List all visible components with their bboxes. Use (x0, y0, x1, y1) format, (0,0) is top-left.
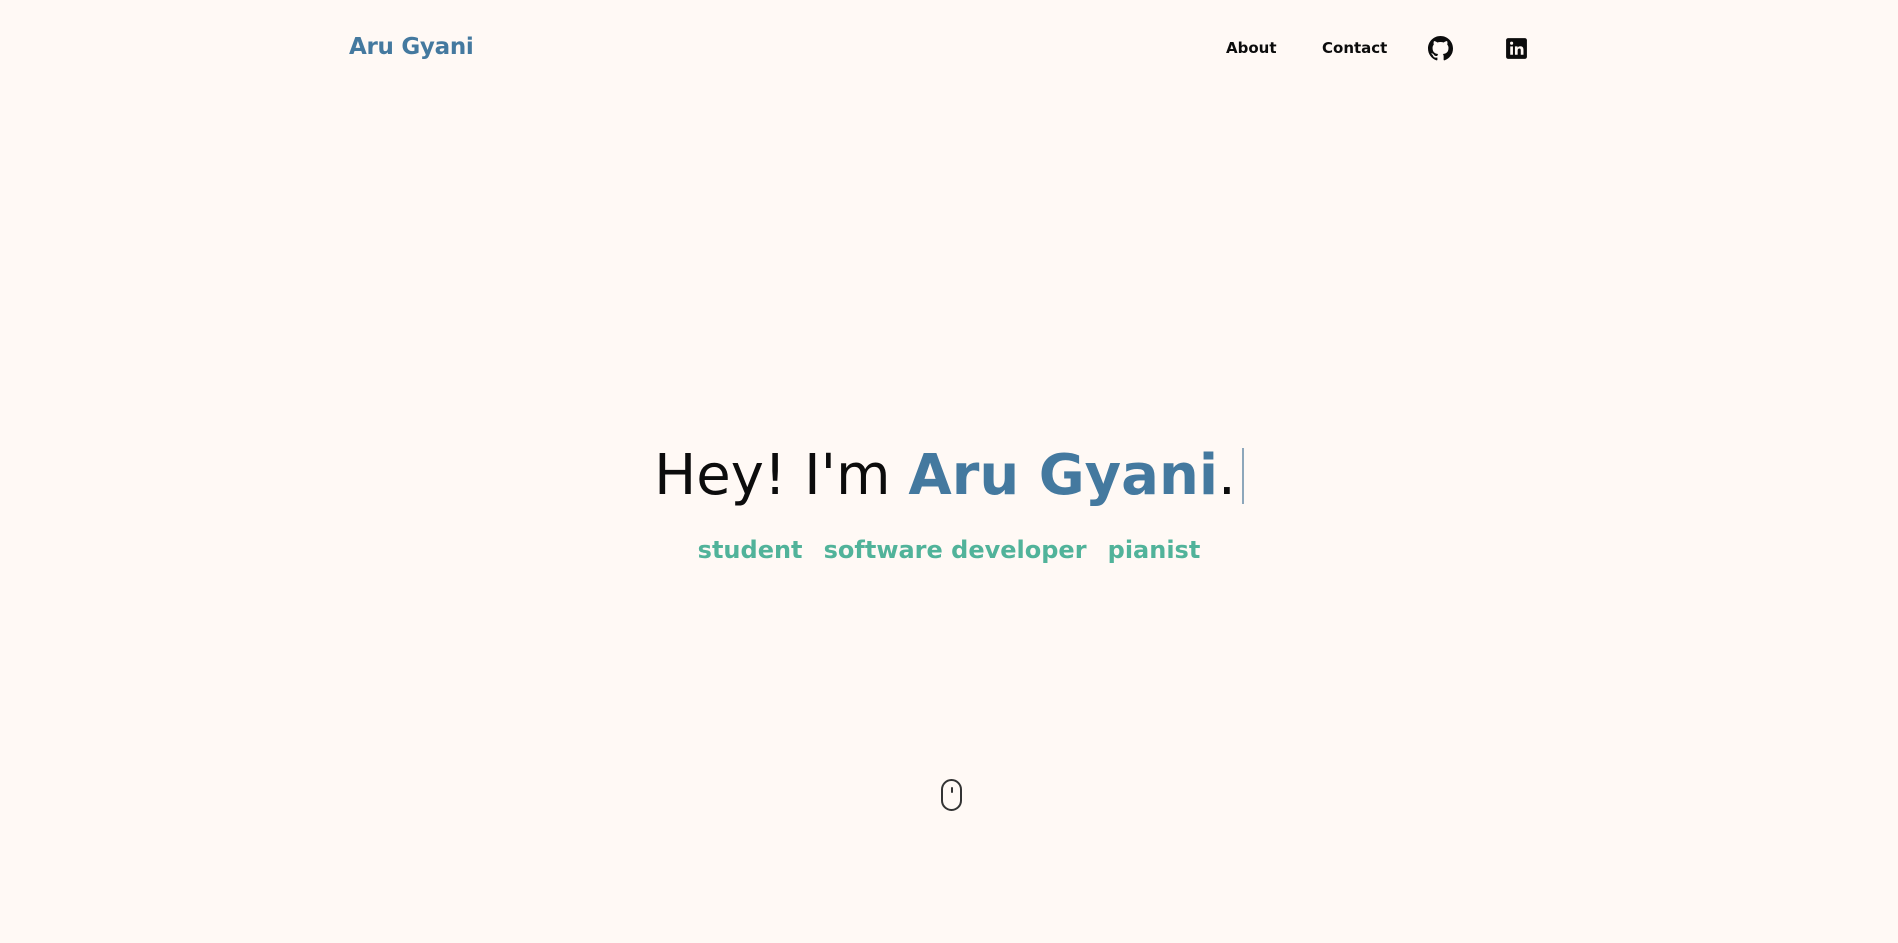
role-software-developer: software developer (823, 536, 1087, 564)
typing-cursor (1241, 448, 1244, 504)
top-navigation: Aru Gyani About Contact (0, 0, 1898, 100)
mouse-wheel (951, 787, 953, 793)
nav-link-contact[interactable]: Contact (1322, 39, 1387, 57)
mouse-scroll-icon[interactable] (941, 779, 962, 811)
github-link[interactable] (1428, 36, 1453, 61)
brand-logo-link[interactable]: Aru Gyani (349, 34, 474, 60)
role-student: student (697, 536, 803, 564)
hero-period: . (1218, 443, 1236, 508)
roles-list: student software developer pianist (0, 536, 1898, 564)
github-icon (1428, 36, 1453, 61)
linkedin-link[interactable] (1504, 36, 1529, 61)
hero-headline: Hey! I'm Aru Gyani. (0, 442, 1898, 510)
hero-greeting: Hey! I'm (654, 443, 909, 508)
nav-link-about[interactable]: About (1226, 39, 1277, 57)
role-pianist: pianist (1107, 536, 1201, 564)
hero-name: Aru Gyani (908, 443, 1219, 508)
linkedin-icon (1504, 36, 1529, 61)
hero-section: Hey! I'm Aru Gyani. (0, 442, 1898, 510)
